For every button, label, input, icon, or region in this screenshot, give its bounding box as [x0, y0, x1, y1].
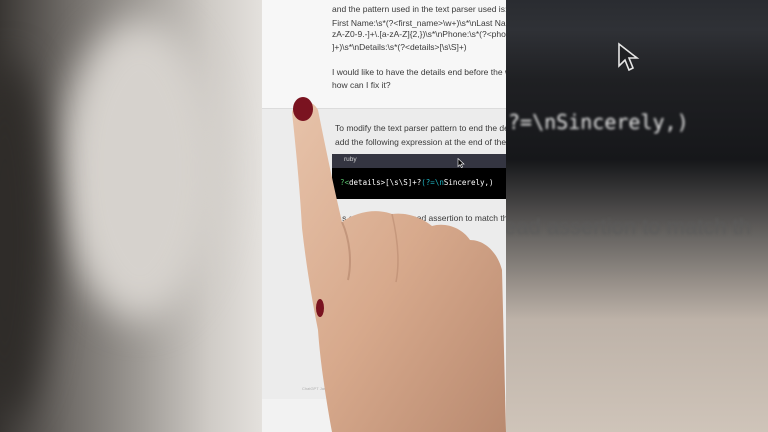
blur-blob: [60, 20, 220, 320]
code-block-header: ruby: [332, 154, 506, 168]
code-token: (?=\n: [421, 178, 444, 187]
code-language-label: ruby: [344, 156, 357, 163]
blur-blob: [0, 60, 50, 420]
user-message-line: I would like to have the details end bef…: [332, 67, 506, 77]
assistant-message-line: ...s a positive lookahead assertion to m…: [335, 213, 506, 223]
blurred-background-right: ?=\nSincerely,) ead assertion to match t…: [506, 0, 768, 432]
code-content[interactable]: ?<details>[\s\S]+?(?=\nSincerely,): [340, 178, 494, 187]
assistant-message: To modify the text parser pattern to end…: [262, 109, 506, 399]
code-token: details>[\s\S]+?: [349, 178, 422, 187]
code-token: Sincerely,): [443, 178, 494, 187]
user-message-line: zA-Z0-9.-]+\.[a-zA-Z]{2,})\s*\nPhone:\s*…: [332, 29, 506, 39]
user-message-line: ]+)\s*\nDetails:\s*(?<details>[\s\S]+): [332, 42, 467, 52]
code-block: ruby ?<details>[\s\S]+?(?=\nSincerely,): [332, 154, 506, 199]
blurred-body-text: ead assertion to match th: [506, 214, 752, 239]
blurred-code-text: ?=\nSincerely,): [508, 110, 689, 134]
mouse-cursor-icon: [457, 158, 465, 168]
screen-frame: and the pattern used in the text parser …: [262, 0, 506, 432]
assistant-message-line: add the following expression at the end …: [335, 137, 506, 147]
blurred-cursor-icon: [618, 42, 640, 72]
code-token: ?<: [340, 178, 350, 187]
blurred-background-left: [0, 0, 262, 432]
footer-version-note: ChatGPT Jan 30 Version: [302, 386, 347, 391]
user-message-line: and the pattern used in the text parser …: [332, 4, 506, 14]
user-message-line: First Name:\s*(?<first_name>\w+)\s*\nLas…: [332, 18, 506, 28]
user-message: and the pattern used in the text parser …: [262, 0, 506, 108]
user-message-line: how can I fix it?: [332, 80, 391, 90]
assistant-message-line: To modify the text parser pattern to end…: [335, 123, 506, 133]
